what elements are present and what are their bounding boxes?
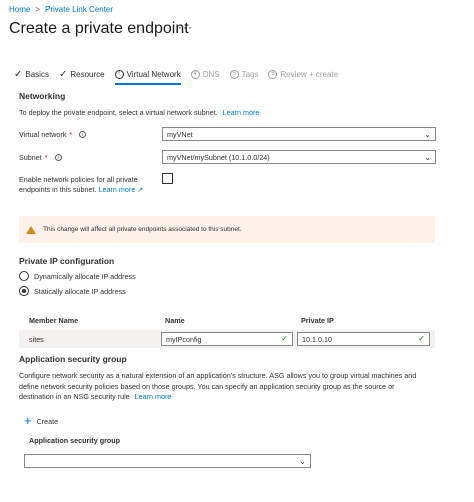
subnet-value: myVNet/mySubnet (10.1.0.0/24) — [167, 152, 270, 162]
warning-banner: This change will affect all private endp… — [19, 216, 435, 243]
subnet-label: Subnet * i — [19, 153, 62, 162]
networking-description-text: To deploy the private endpoint, select a… — [19, 108, 218, 117]
asg-learn-more-link[interactable]: Learn more — [135, 392, 172, 401]
asg-description-line3: destination in an NSG security rule Lear… — [19, 392, 459, 403]
warning-icon — [26, 225, 36, 234]
ip-config-name-value: myIPconfig — [166, 334, 202, 344]
chevron-down-icon: ⌄ — [424, 153, 431, 162]
warning-text: This change will affect all private endp… — [43, 226, 242, 233]
required-asterisk: * — [69, 130, 73, 139]
chevron-down-icon: ⌄ — [299, 457, 306, 466]
virtual-network-label-text: Virtual network — [19, 130, 67, 139]
tab-review-create[interactable]: 6 Review + create — [268, 66, 338, 82]
networking-description: To deploy the private endpoint, select a… — [19, 108, 259, 117]
tab-tags[interactable]: 5 Tags — [229, 66, 259, 82]
network-policies-label-line1: Enable network policies for all private — [19, 175, 138, 184]
step-number-icon: 5 — [229, 69, 239, 79]
breadcrumb-home-link[interactable]: Home — [9, 5, 30, 14]
create-asg-button[interactable]: + Create — [24, 413, 59, 428]
asg-column-header: Application security group — [29, 436, 121, 445]
info-icon[interactable]: i — [79, 131, 87, 138]
private-ip-value: 10.1.0.10 — [302, 334, 332, 344]
tab-dns[interactable]: 4 DNS — [190, 66, 220, 82]
network-policies-label: Enable network policies for all private … — [19, 175, 143, 195]
tab-label: Basics — [25, 69, 49, 79]
virtual-network-select[interactable]: myVNet ⌄ — [162, 127, 436, 141]
wizard-tabs: ✓ Basics ✓ Resource ! Virtual Network 4 … — [14, 66, 348, 85]
tab-basics[interactable]: ✓ Basics — [14, 66, 49, 82]
network-policies-checkbox[interactable] — [162, 173, 173, 184]
breadcrumb-private-link-center-link[interactable]: Private Link Center — [45, 5, 113, 14]
checkmark-icon: ✓ — [14, 68, 23, 80]
tab-label: DNS — [202, 69, 220, 79]
networking-heading: Networking — [19, 91, 66, 101]
info-icon[interactable]: i — [54, 154, 62, 161]
radio-button[interactable] — [19, 271, 29, 281]
ip-config-name-input[interactable]: myIPconfig ✓ — [161, 332, 293, 346]
checkmark-icon: ✓ — [58, 68, 68, 80]
private-ip-heading: Private IP configuration — [19, 256, 115, 266]
step-number-icon: 6 — [268, 69, 278, 79]
radio-dynamic-ip[interactable]: Dynamically allocate IP address — [19, 271, 136, 281]
subnet-select[interactable]: myVNet/mySubnet (10.1.0.0/24) ⌄ — [162, 150, 436, 164]
subnet-label-text: Subnet — [19, 153, 42, 162]
network-policies-learn-more-link[interactable]: Learn more ↗ — [99, 185, 144, 194]
step-number-icon: 4 — [190, 69, 200, 79]
more-options-icon[interactable]: ··· — [178, 20, 193, 34]
column-header-private-ip: Private IP — [301, 316, 334, 325]
tab-label: Tags — [241, 69, 259, 79]
plus-icon: + — [24, 413, 32, 428]
page-title: Create a private endpoint — [9, 20, 189, 37]
tab-resource[interactable]: ✓ Resource — [59, 66, 105, 82]
virtual-network-label: Virtual network * i — [19, 130, 87, 139]
checkmark-icon: ✓ — [281, 334, 288, 343]
tab-virtual-network[interactable]: ! Virtual Network — [114, 66, 181, 85]
breadcrumb: Home > Private Link Center — [9, 5, 113, 14]
learn-more-text: Learn more — [98, 185, 136, 194]
chevron-down-icon: ⌄ — [424, 130, 431, 139]
radio-button-selected[interactable] — [19, 286, 29, 296]
breadcrumb-separator: > — [35, 5, 41, 14]
virtual-network-value: myVNet — [167, 129, 193, 139]
column-header-member-name: Member Name — [29, 316, 79, 325]
checkmark-icon: ✓ — [418, 334, 425, 343]
external-link-icon: ↗ — [137, 185, 144, 194]
asg-description-line2: define network security policies based o… — [19, 381, 395, 391]
tab-label: Virtual Network — [126, 69, 181, 79]
required-asterisk: * — [44, 153, 48, 162]
create-label: Create — [36, 416, 59, 426]
radio-label: Dynamically allocate IP address — [34, 271, 136, 281]
private-ip-input[interactable]: 10.1.0.10 ✓ — [297, 332, 430, 346]
asg-description: Configure network security as a natural … — [19, 371, 459, 403]
asg-description-line3-text: destination in an NSG security rule — [19, 392, 130, 401]
network-policies-label-line2-text: endpoints in this subnet. — [19, 185, 97, 194]
tab-label: Resource — [70, 69, 105, 79]
tab-label: Review + create — [280, 69, 339, 79]
asg-heading: Application security group — [19, 354, 127, 364]
column-header-name: Name — [165, 316, 185, 325]
networking-learn-more-link[interactable]: Learn more — [223, 108, 260, 117]
member-name-cell: sites — [29, 335, 44, 344]
radio-label: Statically allocate IP address — [34, 286, 126, 296]
asg-select[interactable]: ⌄ — [24, 454, 311, 468]
radio-static-ip[interactable]: Statically allocate IP address — [19, 286, 126, 296]
asg-description-line1: Configure network security as a natural … — [19, 371, 417, 380]
exclamation-icon: ! — [114, 69, 124, 79]
network-policies-label-line2: endpoints in this subnet. Learn more ↗ — [19, 185, 143, 195]
